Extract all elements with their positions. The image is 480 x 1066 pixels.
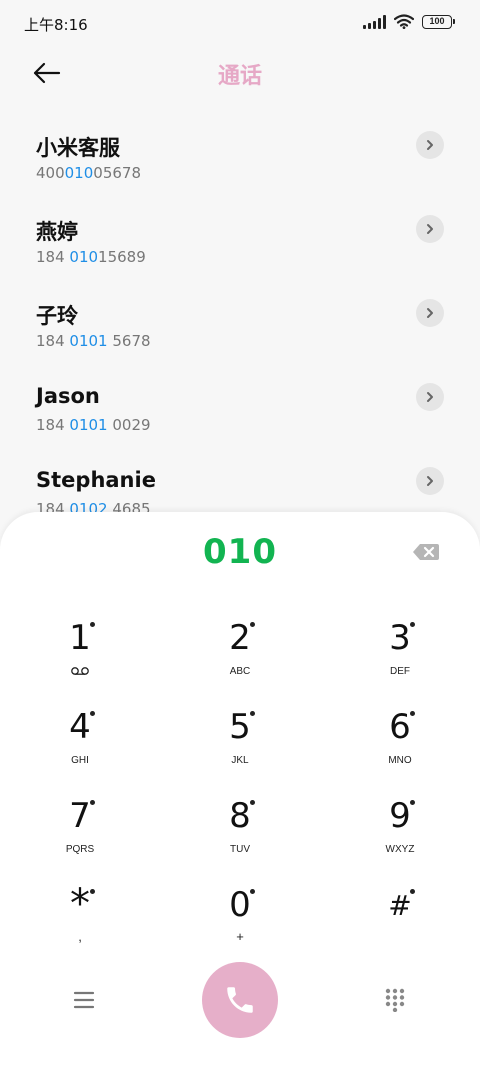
- contact-name: 燕婷: [36, 220, 78, 244]
- key-4[interactable]: 4 GHI: [0, 685, 160, 774]
- chevron-right-icon: [427, 308, 433, 318]
- key-3[interactable]: 3 DEF: [320, 596, 480, 685]
- contact-detail-button[interactable]: [416, 299, 444, 327]
- contact-item[interactable]: 子玲 184 0101 5678: [0, 278, 480, 362]
- voicemail-icon: [71, 667, 89, 675]
- chevron-right-icon: [427, 140, 433, 150]
- contact-name: 小米客服: [36, 136, 120, 160]
- contact-number: 184 0101 5678: [36, 332, 151, 350]
- key-2[interactable]: 2 ABC: [160, 596, 320, 685]
- dialpad-icon: [385, 988, 405, 1013]
- menu-button[interactable]: [72, 988, 96, 1012]
- backspace-icon: [413, 544, 439, 560]
- page-title: 通话: [217, 64, 262, 89]
- chevron-right-icon: [427, 224, 433, 234]
- battery-icon: 100: [422, 14, 455, 29]
- wifi-icon: [394, 14, 414, 29]
- key-star[interactable]: * ,: [0, 863, 160, 952]
- contact-detail-button[interactable]: [416, 131, 444, 159]
- phone-icon: [227, 987, 253, 1013]
- key-5[interactable]: 5 JKL: [160, 685, 320, 774]
- contact-detail-button[interactable]: [416, 215, 444, 243]
- chevron-right-icon: [427, 476, 433, 486]
- contact-name: 子玲: [36, 304, 78, 328]
- chevron-right-icon: [427, 392, 433, 402]
- contact-item[interactable]: 小米客服 40001005678: [0, 110, 480, 194]
- contact-item[interactable]: 燕婷 184 01015689: [0, 194, 480, 278]
- header: 通话: [0, 48, 480, 96]
- status-time: 上午8:16: [24, 16, 88, 34]
- key-6[interactable]: 6 MNO: [320, 685, 480, 774]
- key-9[interactable]: 9 WXYZ: [320, 774, 480, 863]
- contact-number: 184 01015689: [36, 248, 146, 266]
- contact-number: 184 0101 0029: [36, 416, 151, 434]
- contact-name: Jason: [36, 384, 100, 408]
- key-0[interactable]: 0 +: [160, 863, 320, 952]
- dialpad-toggle-button[interactable]: [384, 988, 406, 1013]
- contact-detail-button[interactable]: [416, 383, 444, 411]
- signal-icon: [363, 14, 386, 29]
- contact-name: Stephanie: [36, 468, 156, 492]
- contact-list: 小米客服 40001005678 燕婷 184 01015689 子玲 184 …: [0, 110, 480, 530]
- contact-detail-button[interactable]: [416, 467, 444, 495]
- key-8[interactable]: 8 TUV: [160, 774, 320, 863]
- keypad: 1 2 ABC 3 DEF 4 GHI 5 JKL 6 MNO 7 PQRS 8…: [0, 596, 480, 952]
- key-1[interactable]: 1: [0, 596, 160, 685]
- menu-icon: [73, 991, 95, 1009]
- dialed-number: 010: [203, 532, 277, 572]
- dialer-bottom-bar: [0, 960, 480, 1040]
- contact-item[interactable]: Jason 184 0101 0029: [0, 362, 480, 446]
- status-bar: 上午8:16 100: [0, 0, 480, 46]
- status-icons: 100: [363, 14, 455, 29]
- dialer-panel: 010 1 2 ABC 3 DEF 4 GHI 5 JKL 6 MNO 7 PQ…: [0, 512, 480, 1066]
- contact-number: 40001005678: [36, 164, 141, 182]
- key-7[interactable]: 7 PQRS: [0, 774, 160, 863]
- backspace-button[interactable]: [412, 542, 440, 562]
- key-hash[interactable]: #: [320, 863, 480, 952]
- call-button[interactable]: [202, 962, 278, 1038]
